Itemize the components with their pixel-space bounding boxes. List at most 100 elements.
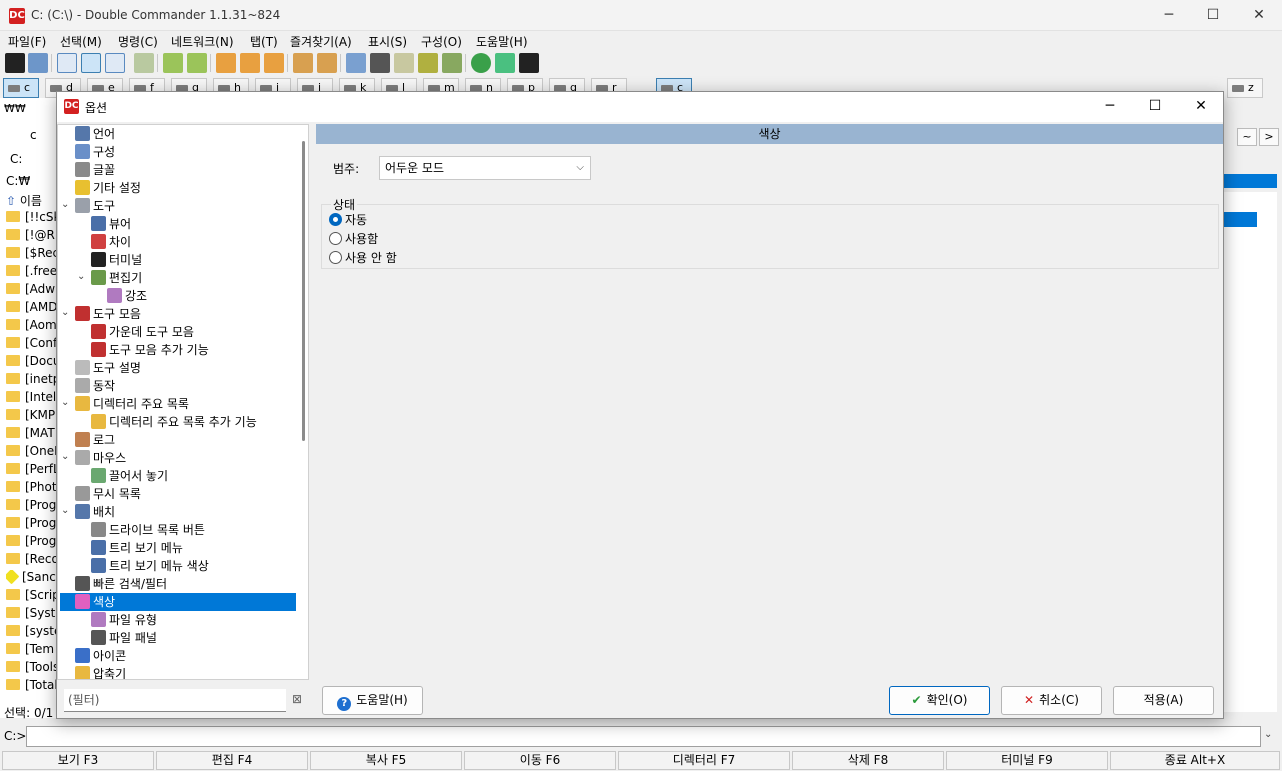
tree-item[interactable]: 파일 패널 <box>91 629 157 647</box>
list-item[interactable]: [Tools <box>6 660 56 674</box>
help-button[interactable]: ? 도움말(H) <box>322 686 423 715</box>
list-item[interactable]: [Sanc <box>6 570 56 584</box>
view-button[interactable]: 보기 F3 <box>2 751 154 770</box>
tree-expand-chevron-icon[interactable]: ⌄ <box>61 307 71 318</box>
brief-view-icon[interactable] <box>57 53 77 73</box>
list-item[interactable]: [$Rec <box>6 246 56 260</box>
list-item[interactable]: [Conf <box>6 336 56 350</box>
list-item[interactable]: [!!cSk <box>6 210 56 224</box>
copy-right-icon[interactable] <box>187 53 207 73</box>
list-item[interactable]: [Scrip <box>6 588 56 602</box>
copy-left-icon[interactable] <box>163 53 183 73</box>
tree-item[interactable]: 트리 보기 메뉴 색상 <box>91 557 209 575</box>
edit-icon[interactable] <box>394 53 414 73</box>
tree-item[interactable]: 동작 <box>75 377 115 395</box>
menu-show[interactable]: 표시(S) <box>368 33 407 50</box>
sync-dirs-icon[interactable] <box>418 53 438 73</box>
menu-configuration[interactable]: 구성(O) <box>421 33 462 50</box>
list-item[interactable]: [Prog <box>6 534 56 548</box>
tree-expand-chevron-icon[interactable]: ⌄ <box>61 397 71 408</box>
list-item[interactable]: [Intel <box>6 390 56 404</box>
dialog-minimize-button[interactable]: ─ <box>1087 92 1133 122</box>
torrent-icon[interactable] <box>471 53 491 73</box>
tree-expand-chevron-icon[interactable]: ⌄ <box>61 505 71 516</box>
tree-item[interactable]: 도구 모음 추가 기능 <box>91 341 209 359</box>
multi-rename-icon[interactable] <box>346 53 366 73</box>
radio-auto[interactable]: 자동 <box>329 212 367 228</box>
options-tree[interactable]: 언어 구성 글꼴 기타 설정 ⌄ 도구 뷰어 차이 터미널 ⌄ 편집기 강조 ⌄ 도구 모음 가운데 도구 … <box>57 124 309 680</box>
selected-row[interactable] <box>1223 212 1257 227</box>
drive-button-left-c[interactable]: c <box>3 78 39 98</box>
network-tab[interactable]: ₩₩ <box>4 102 26 115</box>
tree-item[interactable]: 편집기 <box>91 269 142 287</box>
list-item[interactable]: [Prog <box>6 498 56 512</box>
list-item[interactable]: [Adw <box>6 282 56 296</box>
full-view-icon[interactable] <box>81 53 101 73</box>
radio-circle[interactable] <box>329 232 342 245</box>
tree-expand-chevron-icon[interactable]: ⌄ <box>61 199 71 210</box>
tree-item[interactable]: 마우스 <box>75 449 126 467</box>
menu-favorites[interactable]: 즐겨찾기(A) <box>290 33 352 50</box>
close-button[interactable]: ✕ <box>1236 0 1282 31</box>
tree-item[interactable]: 도구 <box>75 197 115 215</box>
tree-item[interactable]: 가운데 도구 모음 <box>91 323 194 341</box>
ok-button[interactable]: ✔ 확인(O) <box>889 686 990 715</box>
exit-button[interactable]: 종료 Alt+X <box>1110 751 1280 770</box>
radio-circle[interactable] <box>329 251 342 264</box>
forward-button[interactable]: > <box>1259 128 1279 146</box>
radio-circle[interactable] <box>329 213 342 226</box>
7zip-icon[interactable] <box>519 53 539 73</box>
list-item[interactable]: [PerfL <box>6 462 56 476</box>
menu-select[interactable]: 선택(M) <box>60 33 102 50</box>
apply-button[interactable]: 적용(A) <box>1113 686 1214 715</box>
dialog-maximize-button[interactable]: ☐ <box>1132 92 1178 122</box>
list-item[interactable]: [AMD <box>6 300 56 314</box>
tree-item[interactable]: 디렉터리 주요 목록 추가 기능 <box>91 413 257 431</box>
select-group-icon[interactable] <box>216 53 236 73</box>
list-item[interactable]: [Aom <box>6 318 56 332</box>
tree-item[interactable]: 배치 <box>75 503 115 521</box>
tree-item[interactable]: 파일 유형 <box>91 611 157 629</box>
list-item[interactable]: [Tem <box>6 642 56 656</box>
tree-item[interactable]: 기타 설정 <box>75 179 141 197</box>
terminal-button[interactable]: 터미널 F9 <box>946 751 1108 770</box>
tree-item[interactable]: 끌어서 놓기 <box>91 467 168 485</box>
tree-item[interactable]: 로그 <box>75 431 115 449</box>
list-item[interactable]: [OneI <box>6 444 56 458</box>
list-item[interactable]: [Reco <box>6 552 56 566</box>
tree-item[interactable]: 무시 목록 <box>75 485 141 503</box>
drive-button-right-z[interactable]: z <box>1227 78 1263 98</box>
history-button[interactable]: ~ <box>1237 128 1257 146</box>
tree-item[interactable]: 빠른 검색/필터 <box>75 575 167 593</box>
tree-item[interactable]: 차이 <box>91 233 131 251</box>
unpack-icon[interactable] <box>317 53 337 73</box>
tree-item[interactable]: 강조 <box>107 287 147 305</box>
list-item[interactable]: [Phot <box>6 480 56 494</box>
tree-expand-chevron-icon[interactable]: ⌄ <box>61 451 71 462</box>
tree-item[interactable]: 언어 <box>75 125 115 143</box>
list-item[interactable]: [!@RI <box>6 228 56 242</box>
tree-item[interactable]: 뷰어 <box>91 215 131 233</box>
tree-item[interactable]: 드라이브 목록 버튼 <box>91 521 205 539</box>
list-item[interactable]: [inetp <box>6 372 56 386</box>
list-item[interactable]: [MAT <box>6 426 56 440</box>
edit-button[interactable]: 편집 F4 <box>156 751 308 770</box>
thumbnail-view-icon[interactable] <box>105 53 125 73</box>
tree-item[interactable]: 터미널 <box>91 251 142 269</box>
radio-enabled[interactable]: 사용함 <box>329 231 378 247</box>
compare-icon[interactable] <box>442 53 462 73</box>
filter-input[interactable]: (필터) <box>64 689 286 712</box>
menu-help[interactable]: 도움말(H) <box>476 33 528 50</box>
category-select[interactable]: 어두운 모드 ⌵ <box>379 156 591 180</box>
search-icon[interactable] <box>370 53 390 73</box>
tree-item[interactable]: 글꼴 <box>75 161 115 179</box>
tree-item[interactable]: 압축기 <box>75 665 126 679</box>
list-item[interactable]: [Total <box>6 678 56 692</box>
radio-disabled[interactable]: 사용 안 함 <box>329 250 397 266</box>
tree-item[interactable]: 트리 보기 메뉴 <box>91 539 183 557</box>
chevron-down-icon[interactable]: ⌄ <box>1264 729 1272 740</box>
menu-commands[interactable]: 명령(C) <box>118 33 158 50</box>
tree-item[interactable]: 도구 설명 <box>75 359 141 377</box>
invert-selection-icon[interactable] <box>264 53 284 73</box>
list-item[interactable]: [KMP <box>6 408 56 422</box>
